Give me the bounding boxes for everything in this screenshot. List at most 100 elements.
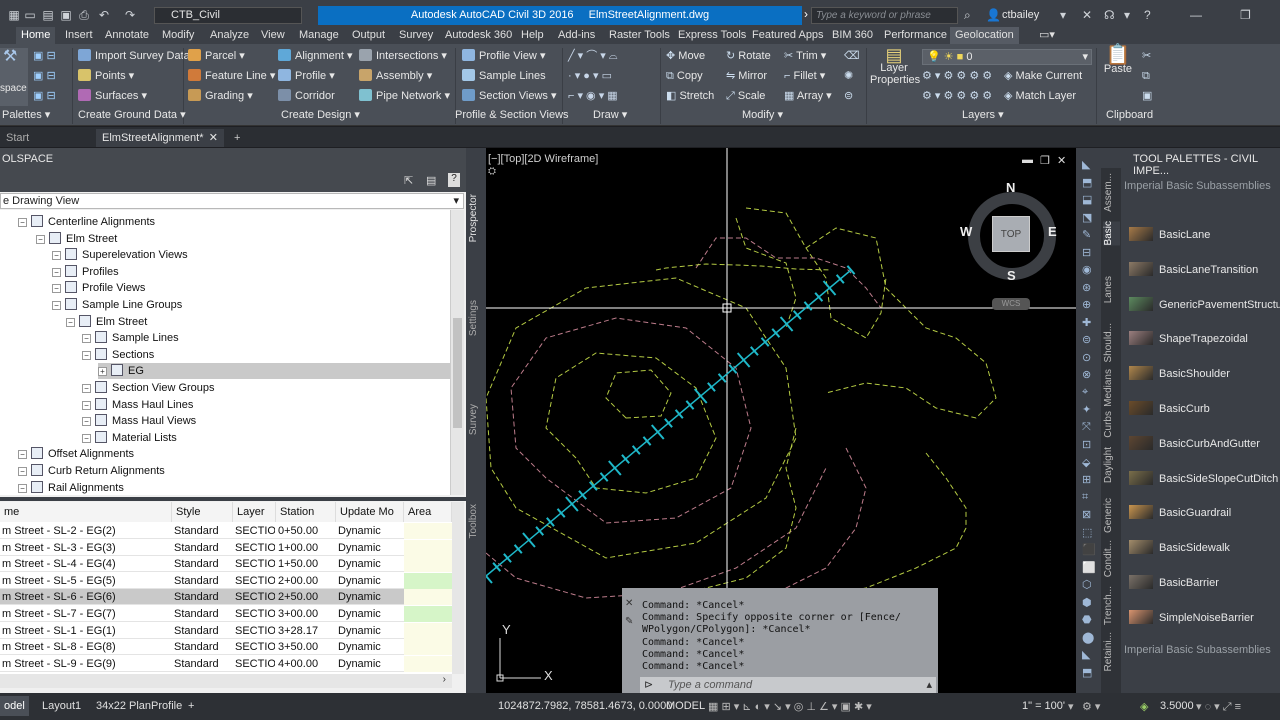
panel-layers[interactable]: Layers ▾ — [962, 108, 1004, 122]
expand-toggle-icon[interactable]: − — [18, 450, 27, 460]
palette-item[interactable]: BasicGuardrail — [1129, 503, 1231, 523]
a360-icon[interactable]: ☊ — [1104, 7, 1115, 23]
chevron-right-icon[interactable]: › — [443, 674, 446, 685]
prospector-small-icon[interactable]: ▣ ⊟ — [33, 49, 56, 63]
grading-button[interactable]: Grading ▾ — [188, 89, 253, 103]
panel-clipboard[interactable]: Clipboard — [1106, 108, 1153, 122]
close-icon[interactable]: ✕ — [625, 598, 633, 609]
sample-lines-button[interactable]: Sample Lines — [462, 69, 546, 83]
column-header[interactable]: Update Mo — [336, 502, 404, 522]
tab-settings[interactable]: Settings — [468, 300, 479, 336]
column-header[interactable]: Station — [276, 502, 336, 522]
tree-item[interactable]: − Mass Haul Views — [82, 413, 196, 429]
help-icon[interactable]: ? — [1144, 7, 1151, 23]
trim-button[interactable]: ✂ Trim ▾ — [784, 49, 826, 63]
parcel-button[interactable]: Parcel ▾ — [188, 49, 245, 63]
expand-toggle-icon[interactable]: − — [52, 284, 61, 294]
tab-document[interactable]: ElmStreetAlignment* ✕ — [96, 129, 224, 147]
expand-toggle-icon[interactable]: − — [82, 433, 91, 443]
palette-tab[interactable]: Condit... — [1103, 540, 1120, 577]
expand-toggle-icon[interactable]: + — [98, 367, 107, 377]
table-row[interactable]: m Street - SL-6 - EG(6) Standard SECTIOI 2+… — [0, 589, 452, 606]
import-survey-button[interactable]: Import Survey Data — [78, 49, 190, 63]
tree-item[interactable]: − Sections — [82, 347, 154, 363]
palette-tab[interactable]: Lanes — [1103, 276, 1120, 303]
panel-modify[interactable]: Modify ▾ — [742, 108, 783, 122]
tree-scroll-thumb[interactable] — [453, 318, 462, 428]
table-row[interactable]: m Street - SL-8 - EG(8) Standard SECTIOI 3+… — [0, 639, 452, 656]
expand-toggle-icon[interactable]: − — [82, 384, 91, 393]
binoculars-icon[interactable]: ⌕ — [964, 7, 971, 23]
nav-tool-icon[interactable]: ✎ — [1082, 228, 1091, 241]
table-row[interactable]: m Street - SL-3 - EG(3) Standard SECTIOI 1+… — [0, 539, 452, 556]
table-row[interactable]: m Street - SL-4 - EG(4) Standard SECTIOI 1+… — [0, 556, 452, 573]
nav-tool-icon[interactable]: ⬒ — [1082, 176, 1092, 189]
expand-all-icon[interactable]: ⇱ — [404, 174, 413, 187]
tree-item[interactable]: − Superelevation Views — [52, 247, 188, 263]
line-icon[interactable]: ╱ ▾ ⌒ ▾ ⌓ — [568, 49, 618, 63]
paste-button[interactable]: 📋 Paste — [1100, 45, 1136, 106]
nav-tool-icon[interactable]: ⬒ — [1082, 666, 1092, 679]
nav-tool-icon[interactable]: ◣ — [1082, 648, 1090, 661]
nav-tool-icon[interactable]: ⤧ — [1082, 421, 1091, 434]
tab-help[interactable]: Help — [516, 27, 549, 44]
tree-item[interactable]: − Mass Haul Lines — [82, 397, 193, 413]
match-layer-button[interactable]: ◈ Match Layer — [1004, 89, 1076, 103]
polyline-icon[interactable]: ⌐ ▾ ◉ ▾ ▦ — [568, 89, 618, 103]
palette-item[interactable]: BasicCurb — [1129, 399, 1210, 419]
array-button[interactable]: ▦ Array ▾ — [784, 89, 832, 103]
nav-tool-icon[interactable]: ⬛ — [1082, 543, 1096, 556]
nav-tool-icon[interactable]: ⬓ — [1082, 193, 1092, 206]
nav-tool-icon[interactable]: ⌗ — [1082, 491, 1088, 504]
view-select[interactable]: e Drawing View ▾ — [0, 193, 464, 209]
survey-small-icon[interactable]: ▣ ⊟ — [33, 89, 56, 103]
expand-toggle-icon[interactable]: − — [52, 267, 61, 277]
viewcube[interactable]: TOP N S E W WCS — [960, 180, 1060, 316]
layer-properties-button[interactable]: ▤ Layer Properties — [870, 46, 920, 106]
palette-item[interactable]: BasicLane — [1129, 225, 1210, 245]
nav-tool-icon[interactable]: ⬜ — [1082, 561, 1096, 574]
profile-view-button[interactable]: Profile View ▾ — [462, 49, 545, 63]
palette-item[interactable]: BasicSideSlopeCutDitch — [1129, 469, 1278, 489]
expand-toggle-icon[interactable]: − — [52, 301, 61, 310]
nav-tool-icon[interactable]: ◣ — [1082, 158, 1090, 171]
tab-add-ins[interactable]: Add-ins — [553, 27, 600, 44]
tab-output[interactable]: Output — [347, 27, 390, 44]
cut-icon[interactable]: ✂ — [1142, 49, 1151, 63]
panel-create-design[interactable]: Create Design ▾ — [281, 108, 360, 122]
new-icon[interactable]: ▭ — [22, 7, 38, 23]
tree-item[interactable]: − Elm Street — [36, 231, 117, 247]
copy-clip-icon[interactable]: ⧉ — [1142, 69, 1150, 83]
column-header[interactable]: Layer — [233, 502, 276, 522]
tab-annotate[interactable]: Annotate — [100, 27, 154, 44]
erase-icon[interactable]: ⌫ — [844, 49, 860, 63]
mirror-button[interactable]: ⇋ Mirror — [726, 69, 767, 83]
workspace-select[interactable]: CTB_Civil — [154, 7, 302, 24]
expand-toggle-icon[interactable]: − — [82, 334, 91, 344]
elevation-value[interactable]: 3.5000 — [1160, 700, 1194, 712]
points-button[interactable]: Points ▾ — [78, 69, 134, 83]
snap-icons[interactable]: ▦ ⊞ ▾ ⊾ ◐ ▾ ↘ ▾ ◎ ⊥ ∠ ▾ ▣ ✱ ▾ — [708, 700, 872, 713]
panel-profile-section[interactable]: Profile & Section Views — [455, 108, 569, 122]
column-header[interactable]: me — [0, 502, 172, 522]
tab-start[interactable]: Start — [0, 129, 35, 147]
add-layout-icon[interactable]: + — [188, 700, 194, 712]
explode-icon[interactable]: ✺ — [844, 69, 853, 83]
chevron-up-icon[interactable]: ▴ — [926, 677, 932, 693]
open-icon[interactable]: ▤ — [40, 7, 56, 23]
tree-item[interactable]: − Offset Alignments — [18, 446, 134, 462]
nav-tool-icon[interactable]: ⊜ — [1082, 333, 1091, 346]
palette-item[interactable]: SimpleNoiseBarrier — [1129, 608, 1254, 628]
search-input[interactable]: Type a keyword or phrase — [811, 7, 958, 24]
palette-tab[interactable]: Assem... — [1103, 173, 1120, 212]
nav-tool-icon[interactable]: ⊟ — [1082, 246, 1091, 259]
palette-item[interactable]: GenericPavementStructure — [1129, 295, 1280, 315]
tab-featured-apps[interactable]: Featured Apps — [747, 27, 829, 44]
tree-item[interactable]: − Curb Return Alignments — [18, 463, 165, 479]
nav-tool-icon[interactable]: ✚ — [1082, 316, 1091, 329]
palette-tab[interactable]: Basic — [1103, 221, 1120, 246]
nav-tool-icon[interactable]: ⊡ — [1082, 438, 1091, 451]
pipe-network-button[interactable]: Pipe Network ▾ — [359, 89, 450, 103]
ribbon-minimize-icon[interactable]: ▭▾ — [1034, 27, 1060, 44]
viewcube-top[interactable]: TOP — [992, 216, 1030, 252]
